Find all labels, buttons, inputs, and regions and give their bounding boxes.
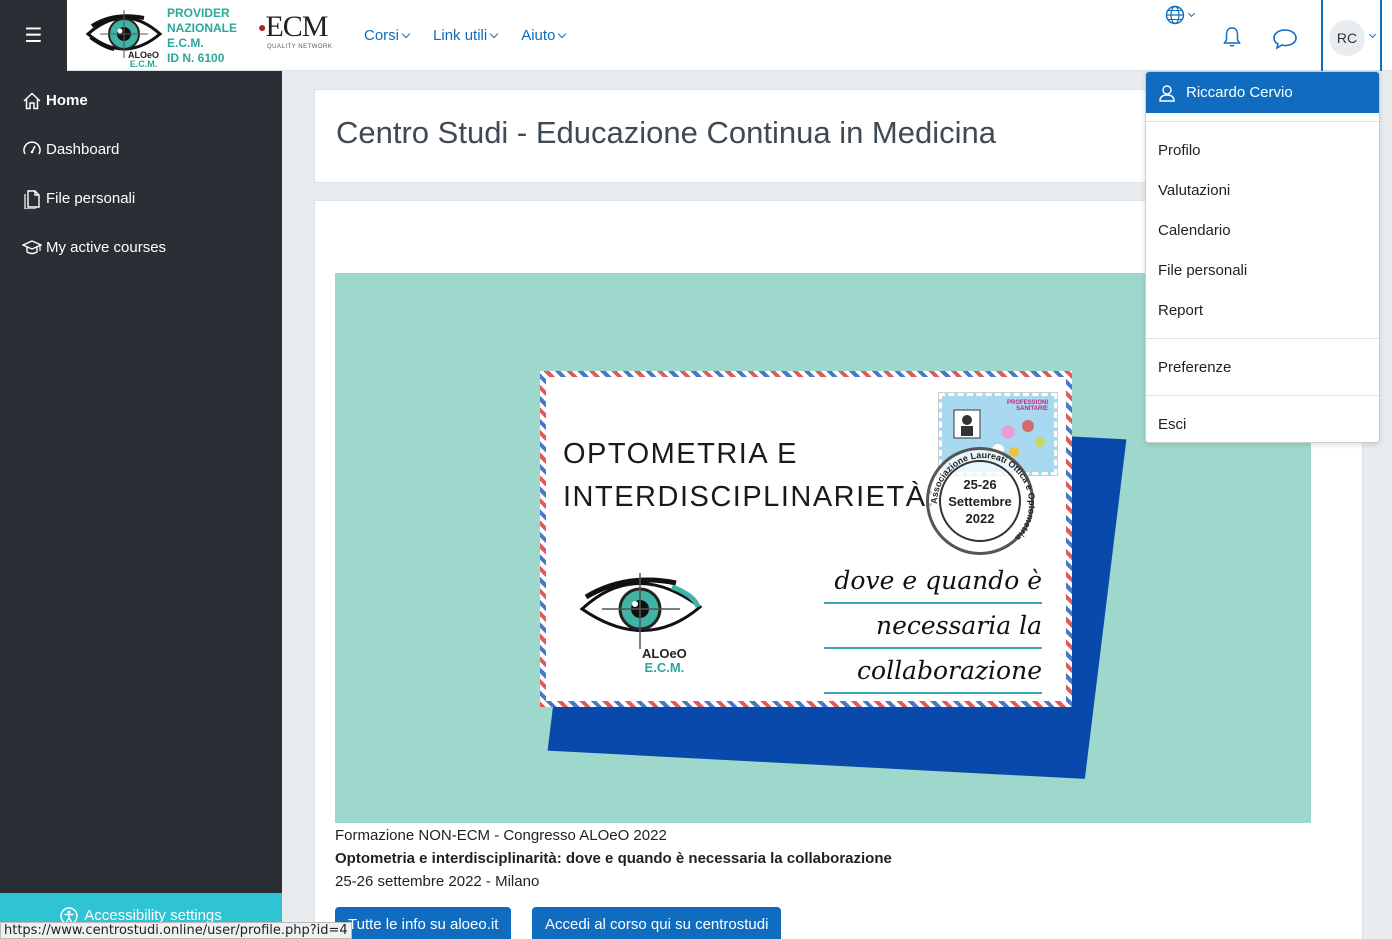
chevron-down-icon xyxy=(558,29,567,38)
postmark-month: Settembre xyxy=(948,493,1012,509)
info-aloeo-button[interactable]: Tutte le info su aloeo.it xyxy=(335,907,512,939)
file-icon xyxy=(24,189,40,209)
sidebar: Home Dashboard File personali My active … xyxy=(0,71,282,939)
divider xyxy=(1146,121,1379,122)
banner-postcard: OPTOMETRIA E INTERDISCIPLINARIETÀ: dove … xyxy=(540,371,1072,707)
aloeo-eye-icon xyxy=(579,573,703,649)
avatar: RC xyxy=(1329,20,1365,56)
sidebar-item-label: My active courses xyxy=(46,239,167,256)
banner-title: OPTOMETRIA E INTERDISCIPLINARIETÀ: xyxy=(563,433,936,519)
banner-logo-name: ALOeO xyxy=(642,646,687,661)
divider xyxy=(1146,338,1379,339)
nav-link-utili-dropdown[interactable]: Link utili xyxy=(433,27,499,44)
banner-logo-sub: E.C.M. xyxy=(644,660,685,675)
menu-item-valutazioni[interactable]: Valutazioni xyxy=(1146,170,1379,210)
ecm-logo-subtext: QUALITY NETWORK xyxy=(267,44,333,51)
banner-subtitle-line: necessaria la xyxy=(824,604,1042,649)
sidebar-item-label: File personali xyxy=(46,190,136,207)
hamburger-menu-button[interactable]: ☰ xyxy=(0,0,67,71)
chevron-down-icon xyxy=(489,29,499,38)
stamp-label: SANITARIE xyxy=(1016,406,1048,412)
messages-button[interactable] xyxy=(1272,28,1298,55)
access-course-button[interactable]: Accedi al corso qui su centrostudi xyxy=(532,907,782,939)
caption-line: Optometria e interdisciplinarità: dove e… xyxy=(335,850,892,867)
language-selector[interactable] xyxy=(1165,5,1196,25)
notifications-button[interactable] xyxy=(1222,26,1242,53)
graduation-cap-icon xyxy=(22,239,42,254)
provider-line: E.C.M. xyxy=(167,36,204,50)
postmark-stamp: Associazione Laureati Ottica e Optometri… xyxy=(926,447,1037,555)
provider-text: PROVIDER NAZIONALE E.C.M. ID N. 6100 xyxy=(167,6,237,66)
logo-small-ecm: E.C.M. xyxy=(129,59,158,69)
sidebar-item-home[interactable]: Home xyxy=(0,76,282,125)
divider xyxy=(1146,395,1379,396)
sidebar-item-label: Dashboard xyxy=(46,141,120,158)
banner-title-line: OPTOMETRIA E xyxy=(563,438,799,470)
provider-line: PROVIDER xyxy=(167,6,230,20)
bell-icon xyxy=(1223,27,1241,47)
nav-corsi-label: Corsi xyxy=(364,27,400,44)
globe-icon xyxy=(1165,5,1185,25)
user-icon xyxy=(1159,84,1175,102)
menu-item-file-personali[interactable]: File personali xyxy=(1146,250,1379,290)
user-dropdown-menu: Riccardo Cervio Profilo Valutazioni Cale… xyxy=(1145,71,1380,443)
banner-subtitle-line: collaborazione xyxy=(824,649,1042,694)
menu-item-profilo[interactable]: Profilo xyxy=(1146,130,1379,170)
dashboard-icon xyxy=(23,140,41,154)
user-full-name: Riccardo Cervio xyxy=(1186,84,1293,101)
user-menu-profile-header[interactable]: Riccardo Cervio xyxy=(1146,72,1379,113)
nav-corsi-dropdown[interactable]: Corsi xyxy=(364,27,411,44)
browser-status-url: https://www.centrostudi.online/user/prof… xyxy=(0,922,352,939)
menu-item-preferenze[interactable]: Preferenze xyxy=(1146,347,1379,387)
caption-line: 25-26 settembre 2022 - Milano xyxy=(335,873,540,890)
banner-subtitle-line: dove e quando è xyxy=(824,559,1042,604)
home-icon xyxy=(23,91,41,109)
navbar: ☰ ALOeO E.C.M. PROVIDER NAZIONALE E.C.M.… xyxy=(0,0,1392,71)
nav-aiuto-dropdown[interactable]: Aiuto xyxy=(521,27,567,44)
caption-line: Formazione NON-ECM - Congresso ALOeO 202… xyxy=(335,827,667,844)
banner-subtitle: dove e quando è necessaria la collaboraz… xyxy=(824,559,1042,694)
sidebar-item-dashboard[interactable]: Dashboard xyxy=(0,125,282,174)
sidebar-item-file-personali[interactable]: File personali xyxy=(0,174,282,223)
page-title: Centro Studi - Educazione Continua in Me… xyxy=(336,115,996,150)
menu-item-esci[interactable]: Esci xyxy=(1146,404,1379,444)
chevron-down-icon xyxy=(401,29,411,38)
course-caption: Formazione NON-ECM - Congresso ALOeO 202… xyxy=(335,824,892,893)
hamburger-icon: ☰ xyxy=(24,25,43,47)
sidebar-item-label: Home xyxy=(46,92,88,109)
primary-navigation: Corsi Link utili Aiuto xyxy=(364,27,567,44)
ecm-logo-text: ECM xyxy=(265,10,328,43)
nav-link-utili-label: Link utili xyxy=(433,27,488,44)
provider-line: ID N. 6100 xyxy=(167,51,225,65)
user-menu-toggle[interactable]: RC xyxy=(1321,0,1382,71)
sidebar-item-my-active-courses[interactable]: My active courses xyxy=(0,223,282,272)
postmark-year: 2022 xyxy=(965,510,995,526)
ecm-quality-logo: ●ECM QUALITY NETWORK xyxy=(258,10,333,51)
chat-bubble-icon xyxy=(1273,29,1297,50)
chevron-down-icon xyxy=(1187,9,1196,17)
menu-item-calendario[interactable]: Calendario xyxy=(1146,210,1379,250)
banner-title-line: INTERDISCIPLINARIETÀ: xyxy=(563,481,937,513)
chevron-down-icon xyxy=(1368,30,1377,39)
nav-aiuto-label: Aiuto xyxy=(521,27,556,44)
menu-item-report[interactable]: Report xyxy=(1146,290,1379,330)
provider-line: NAZIONALE xyxy=(167,21,237,35)
postmark-date: 25-26 xyxy=(963,476,997,492)
